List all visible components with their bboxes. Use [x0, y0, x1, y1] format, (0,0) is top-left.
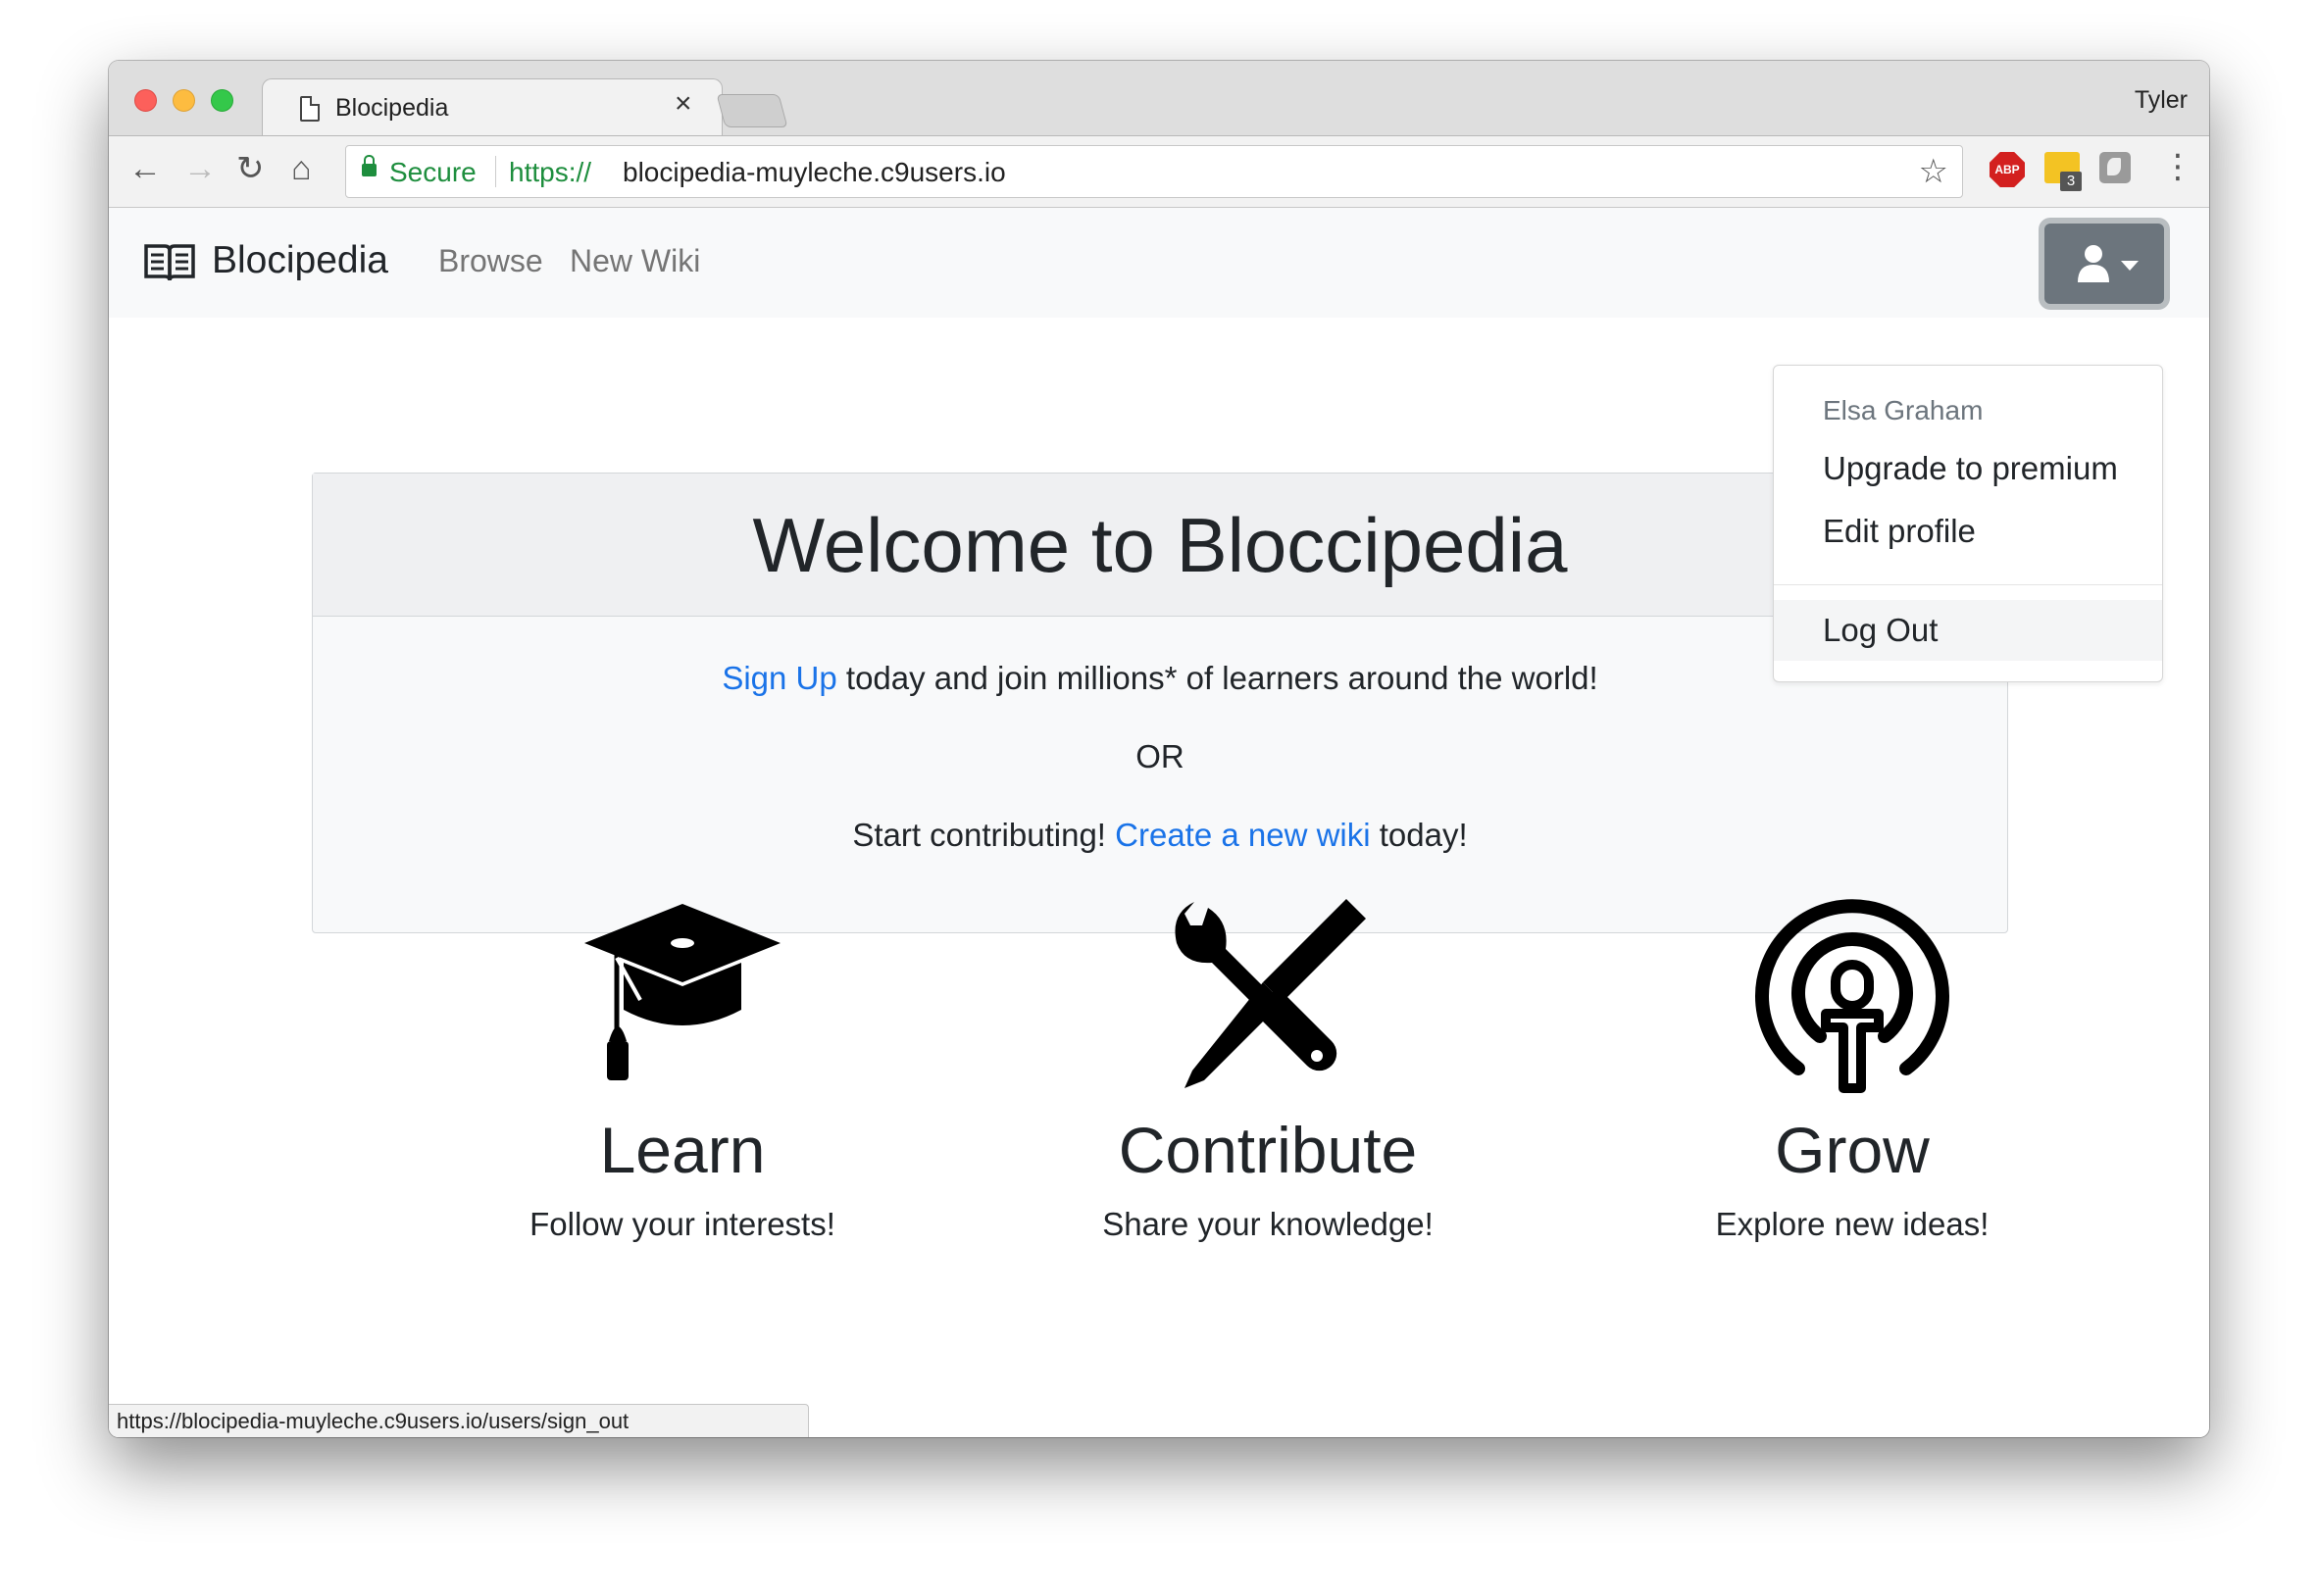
adblock-extension-icon[interactable]: ABP: [1990, 152, 2025, 187]
welcome-title: Welcome to Bloccipedia: [752, 502, 1568, 588]
feature-subtitle: Follow your interests!: [529, 1205, 835, 1242]
contribute-text-pre: Start contributing!: [852, 817, 1116, 853]
maximize-window-button[interactable]: [211, 89, 233, 112]
feature-title: Grow: [1775, 1114, 1930, 1186]
signup-line: Sign Up today and join millions* of lear…: [313, 660, 2007, 697]
forward-arrow-icon[interactable]: →: [183, 152, 217, 185]
nav-browse-link[interactable]: Browse: [438, 243, 543, 279]
welcome-card-header: Welcome to Bloccipedia: [313, 474, 2007, 617]
browser-window: Blocipedia × Tyler ← → ↻ ⌂ Secure https:…: [109, 61, 2209, 1437]
new-tab-button[interactable]: [716, 94, 788, 127]
lock-icon: [362, 155, 377, 176]
feature-grow: Grow Explore new ideas!: [1558, 894, 2146, 1243]
dropdown-user-name: Elsa Graham: [1823, 395, 1984, 425]
extension-badge: 3: [2060, 172, 2082, 191]
log-out-item[interactable]: Log Out: [1774, 600, 2162, 661]
feature-subtitle: Share your knowledge!: [1102, 1205, 1434, 1242]
page-content: Blocipedia Browse New Wiki Welcome to Bl…: [109, 208, 2209, 1437]
browser-menu-icon[interactable]: ⋮: [2161, 150, 2194, 183]
browser-profile-name[interactable]: Tyler: [2135, 86, 2188, 115]
feature-subtitle: Explore new ideas!: [1715, 1205, 1990, 1242]
url-host: blocipedia-muyleche.c9users.io: [623, 157, 1006, 187]
browser-toolbar: ← → ↻ ⌂ Secure https:// blocipedia-muyle…: [109, 135, 2209, 208]
dropdown-divider: [1774, 584, 2162, 585]
minimize-window-button[interactable]: [173, 89, 195, 112]
bookmark-star-icon[interactable]: ☆: [1919, 152, 1948, 191]
navbar: Blocipedia Browse New Wiki: [109, 208, 2209, 318]
sign-up-link[interactable]: Sign Up: [722, 660, 836, 696]
home-icon[interactable]: ⌂: [291, 152, 312, 185]
feature-contribute: Contribute Share your knowledge!: [974, 894, 1562, 1243]
brand-link[interactable]: Blocipedia: [212, 239, 388, 282]
upgrade-premium-item[interactable]: Upgrade to premium: [1774, 438, 2162, 499]
welcome-card: Welcome to Bloccipedia Sign Up today and…: [312, 473, 2008, 933]
close-window-button[interactable]: [134, 89, 157, 112]
nav-new-wiki-link[interactable]: New Wiki: [570, 243, 700, 279]
tab-title: Blocipedia: [335, 94, 449, 122]
back-arrow-icon[interactable]: ←: [128, 152, 162, 185]
or-text: OR: [1135, 738, 1184, 774]
feature-title: Learn: [599, 1114, 766, 1186]
graduation-cap-icon: [584, 904, 781, 1080]
extension-gray-icon[interactable]: [2099, 152, 2131, 183]
feature-title: Contribute: [1118, 1114, 1418, 1186]
contribute-text-post: today!: [1370, 817, 1468, 853]
user-icon: [2078, 245, 2109, 282]
reload-icon[interactable]: ↻: [236, 152, 265, 185]
signup-text: today and join millions* of learners aro…: [836, 660, 1598, 696]
document-icon: [300, 96, 320, 122]
browser-tab[interactable]: Blocipedia ×: [262, 78, 723, 137]
contribute-line: Start contributing! Create a new wiki to…: [313, 817, 2007, 854]
secure-label: Secure: [389, 157, 477, 187]
feature-learn: Learn Follow your interests!: [388, 894, 977, 1243]
tab-strip: Blocipedia × Tyler: [109, 61, 2209, 137]
url-scheme: https://: [509, 157, 592, 187]
edit-profile-item[interactable]: Edit profile: [1774, 501, 2162, 562]
user-menu-button[interactable]: [2044, 224, 2164, 304]
status-bar-url: https://blocipedia-muyleche.c9users.io/u…: [109, 1404, 809, 1437]
address-separator: [495, 156, 496, 187]
caret-down-icon: [2121, 261, 2139, 271]
tools-icon: [1175, 899, 1366, 1088]
address-bar[interactable]: Secure https:// blocipedia-muyleche.c9us…: [345, 145, 1963, 198]
user-dropdown-menu: Elsa Graham Upgrade to premium Edit prof…: [1773, 365, 2163, 682]
tab-close-icon[interactable]: ×: [675, 87, 692, 120]
create-wiki-link[interactable]: Create a new wiki: [1115, 817, 1370, 853]
book-icon: [144, 244, 195, 281]
podcast-icon: [1755, 899, 1949, 1093]
